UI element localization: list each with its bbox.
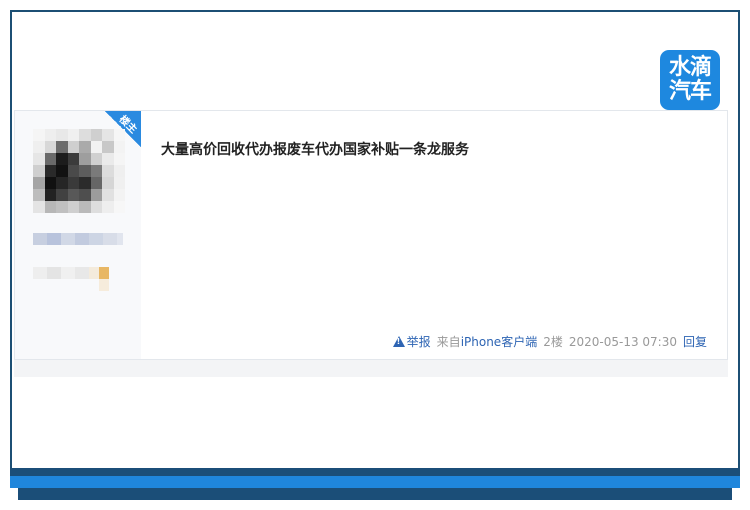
post-timestamp: 2020-05-13 07:30 bbox=[568, 334, 677, 349]
client-link[interactable]: iPhone客户端 bbox=[461, 335, 538, 349]
source-prefix: 来自 bbox=[436, 335, 461, 349]
post-meta: 举报 来自iPhone客户端 2楼 2020-05-13 07:30 回复 bbox=[392, 333, 707, 350]
post-title: 大量高价回收代办报废车代办国家补贴一条龙服务 bbox=[161, 142, 469, 158]
author-panel: 楼主 bbox=[15, 111, 141, 359]
report-button[interactable]: 举报 bbox=[392, 333, 431, 350]
post-source: 来自iPhone客户端 bbox=[437, 333, 538, 350]
avatar[interactable] bbox=[33, 129, 125, 213]
floor-number: 2楼 bbox=[543, 335, 563, 349]
warning-icon bbox=[392, 336, 405, 347]
author-level-pixelated-2 bbox=[99, 279, 109, 291]
report-label: 举报 bbox=[406, 335, 431, 349]
author-name-pixelated bbox=[33, 233, 123, 245]
author-level-pixelated bbox=[33, 267, 109, 279]
post-divider bbox=[14, 360, 728, 377]
frame-base-bar bbox=[18, 488, 732, 500]
reply-button[interactable]: 回复 bbox=[683, 333, 707, 350]
site-logo[interactable]: 水滴 汽车 bbox=[660, 50, 720, 110]
frame-bottom-bar bbox=[10, 468, 740, 476]
forum-post: 楼主 大量高价回收代办报废车代办国家补贴一条龙服务 举报 来自iPhone客 bbox=[14, 110, 728, 360]
logo-text-line1: 水滴 bbox=[668, 55, 712, 80]
logo-text-line2: 汽车 bbox=[668, 79, 712, 104]
frame-accent-bar bbox=[10, 476, 740, 488]
